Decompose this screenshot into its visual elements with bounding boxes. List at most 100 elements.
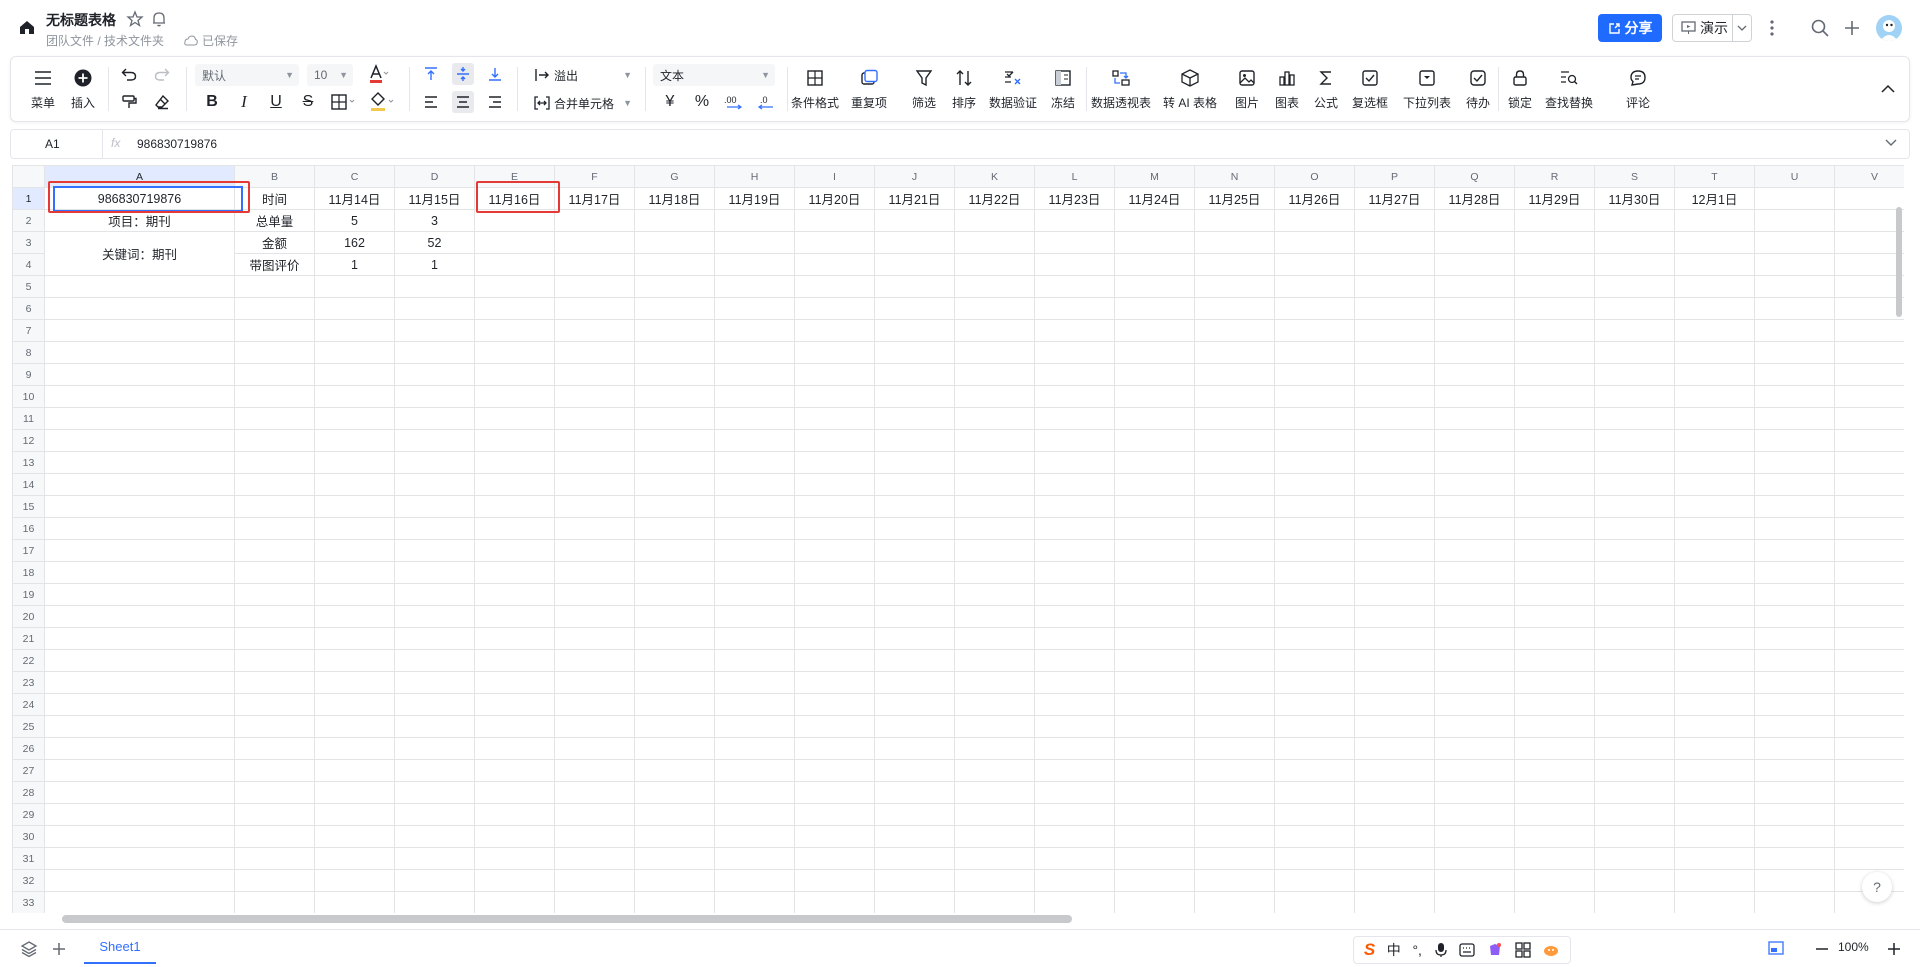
- cell-e15[interactable]: [474, 495, 555, 518]
- cell-a6[interactable]: [44, 297, 235, 320]
- cell-d16[interactable]: [394, 517, 475, 540]
- cell-q17[interactable]: [1434, 539, 1515, 562]
- cell-a9[interactable]: [44, 363, 235, 386]
- cell-d14[interactable]: [394, 473, 475, 496]
- cell-u15[interactable]: [1754, 495, 1835, 518]
- cell-v6[interactable]: [1834, 297, 1904, 320]
- cell-p32[interactable]: [1354, 869, 1435, 892]
- row-header[interactable]: 32: [12, 869, 45, 892]
- cell-h8[interactable]: [714, 341, 795, 364]
- cell-l18[interactable]: [1034, 561, 1115, 584]
- cell-e25[interactable]: [474, 715, 555, 738]
- cell-h18[interactable]: [714, 561, 795, 584]
- cell-b18[interactable]: [234, 561, 315, 584]
- cell-i6[interactable]: [794, 297, 875, 320]
- cell-r18[interactable]: [1514, 561, 1595, 584]
- ai-table-button[interactable]: 转 AI 表格: [1163, 65, 1217, 111]
- cell-k27[interactable]: [954, 759, 1035, 782]
- row-header[interactable]: 10: [12, 385, 45, 408]
- cell-v9[interactable]: [1834, 363, 1904, 386]
- cell-e9[interactable]: [474, 363, 555, 386]
- cell-b26[interactable]: [234, 737, 315, 760]
- cell-j17[interactable]: [874, 539, 955, 562]
- cell-l11[interactable]: [1034, 407, 1115, 430]
- cell-r9[interactable]: [1514, 363, 1595, 386]
- cell-f19[interactable]: [554, 583, 635, 606]
- cell-m24[interactable]: [1114, 693, 1195, 716]
- cell-r4[interactable]: [1514, 253, 1595, 276]
- document-title[interactable]: 无标题表格: [46, 10, 116, 30]
- cell-n25[interactable]: [1194, 715, 1275, 738]
- cell-s4[interactable]: [1594, 253, 1675, 276]
- cell-m3[interactable]: [1114, 231, 1195, 254]
- breadcrumb[interactable]: 团队文件 / 技术文件夹: [46, 32, 164, 49]
- column-header-v[interactable]: V: [1834, 165, 1904, 188]
- row-header[interactable]: 17: [12, 539, 45, 562]
- cell-q3[interactable]: [1434, 231, 1515, 254]
- cell-f13[interactable]: [554, 451, 635, 474]
- cell-k25[interactable]: [954, 715, 1035, 738]
- cell-g4[interactable]: [634, 253, 715, 276]
- duplicates-button[interactable]: 重复项: [851, 65, 887, 111]
- cell-d12[interactable]: [394, 429, 475, 452]
- cell-g9[interactable]: [634, 363, 715, 386]
- cell-o5[interactable]: [1274, 275, 1355, 298]
- cell-f29[interactable]: [554, 803, 635, 826]
- cell-j27[interactable]: [874, 759, 955, 782]
- cell-a10[interactable]: [44, 385, 235, 408]
- cell-d1[interactable]: 11月15日: [394, 187, 475, 210]
- cell-c10[interactable]: [314, 385, 395, 408]
- cell-s13[interactable]: [1594, 451, 1675, 474]
- cell-l7[interactable]: [1034, 319, 1115, 342]
- cell-j24[interactable]: [874, 693, 955, 716]
- cell-s6[interactable]: [1594, 297, 1675, 320]
- cell-p22[interactable]: [1354, 649, 1435, 672]
- cell-i24[interactable]: [794, 693, 875, 716]
- cell-o26[interactable]: [1274, 737, 1355, 760]
- cell-m26[interactable]: [1114, 737, 1195, 760]
- cell-c22[interactable]: [314, 649, 395, 672]
- cell-q24[interactable]: [1434, 693, 1515, 716]
- cell-n27[interactable]: [1194, 759, 1275, 782]
- collapse-toolbar-icon[interactable]: [1877, 77, 1899, 99]
- cell-v1[interactable]: [1834, 187, 1904, 210]
- sheet-table[interactable]: A B C D E F G H I J K L M N O P Q R S T U V 1 986830719876 时间 11月…: [12, 165, 1904, 913]
- cell-a33[interactable]: [44, 891, 235, 913]
- cell-o19[interactable]: [1274, 583, 1355, 606]
- row-header[interactable]: 20: [12, 605, 45, 628]
- cell-g27[interactable]: [634, 759, 715, 782]
- cell-u21[interactable]: [1754, 627, 1835, 650]
- cell-h28[interactable]: [714, 781, 795, 804]
- cell-e16[interactable]: [474, 517, 555, 540]
- cell-n15[interactable]: [1194, 495, 1275, 518]
- column-header-g[interactable]: G: [634, 165, 715, 188]
- column-header-k[interactable]: K: [954, 165, 1035, 188]
- cell-b12[interactable]: [234, 429, 315, 452]
- cell-j13[interactable]: [874, 451, 955, 474]
- cell-t30[interactable]: [1674, 825, 1755, 848]
- cell-a19[interactable]: [44, 583, 235, 606]
- cell-u22[interactable]: [1754, 649, 1835, 672]
- cell-a18[interactable]: [44, 561, 235, 584]
- cell-p12[interactable]: [1354, 429, 1435, 452]
- cell-e29[interactable]: [474, 803, 555, 826]
- cell-m18[interactable]: [1114, 561, 1195, 584]
- cell-b5[interactable]: [234, 275, 315, 298]
- cell-r28[interactable]: [1514, 781, 1595, 804]
- cell-a5[interactable]: [44, 275, 235, 298]
- cell-b10[interactable]: [234, 385, 315, 408]
- column-header-r[interactable]: R: [1514, 165, 1595, 188]
- cell-q11[interactable]: [1434, 407, 1515, 430]
- row-header[interactable]: 31: [12, 847, 45, 870]
- cell-d20[interactable]: [394, 605, 475, 628]
- cell-p4[interactable]: [1354, 253, 1435, 276]
- cell-g3[interactable]: [634, 231, 715, 254]
- row-header[interactable]: 13: [12, 451, 45, 474]
- cell-j21[interactable]: [874, 627, 955, 650]
- cell-d27[interactable]: [394, 759, 475, 782]
- cell-b28[interactable]: [234, 781, 315, 804]
- cell-v7[interactable]: [1834, 319, 1904, 342]
- conditional-format-button[interactable]: 条件格式: [791, 65, 839, 111]
- cell-k5[interactable]: [954, 275, 1035, 298]
- cell-p9[interactable]: [1354, 363, 1435, 386]
